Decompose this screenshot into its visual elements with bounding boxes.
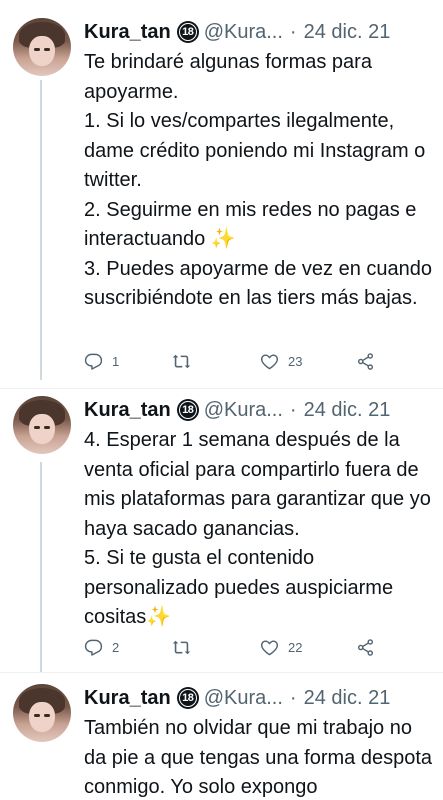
reply-icon xyxy=(84,639,103,656)
tweet-header: Kura_tan 18 @Kura... · 24 dic. 21 xyxy=(84,396,390,424)
user-handle[interactable]: @Kura... xyxy=(204,21,283,44)
avatar[interactable] xyxy=(13,396,71,454)
display-name[interactable]: Kura_tan xyxy=(84,21,171,44)
tweet-1[interactable]: Kura_tan 18 @Kura... · 24 dic. 21 Te bri… xyxy=(0,18,443,378)
tweet-divider xyxy=(0,388,443,389)
retweet-button[interactable] xyxy=(172,352,200,371)
user-handle[interactable]: @Kura... xyxy=(204,687,283,710)
reply-icon xyxy=(84,353,103,370)
separator: · xyxy=(289,398,297,421)
share-button[interactable] xyxy=(356,638,384,657)
reply-count: 2 xyxy=(112,640,120,655)
tweet-text: También no olvidar que mi trabajo no da … xyxy=(84,717,433,798)
reply-button[interactable]: 1 xyxy=(84,352,119,371)
display-name[interactable]: Kura_tan xyxy=(84,687,171,710)
like-count: 23 xyxy=(288,354,303,369)
share-icon xyxy=(357,353,374,370)
separator: · xyxy=(289,686,297,709)
badge-label: 18 xyxy=(178,401,197,419)
display-name[interactable]: Kura_tan xyxy=(84,399,171,422)
avatar[interactable] xyxy=(13,18,71,76)
adult-content-badge-icon: 18 xyxy=(176,399,199,421)
tweet-actions: 1 23 xyxy=(84,352,384,372)
like-icon xyxy=(260,640,279,656)
tweet-actions: 2 22 xyxy=(84,638,384,658)
like-count: 22 xyxy=(288,640,303,655)
adult-content-badge-icon: 18 xyxy=(176,21,199,43)
retweet-icon xyxy=(172,640,191,655)
tweet-date[interactable]: 24 dic. 21 xyxy=(304,21,391,44)
tweet-header: Kura_tan 18 @Kura... · 24 dic. 21 xyxy=(84,18,390,46)
like-icon xyxy=(260,354,279,370)
tweet-text: Te brindaré algunas formas para apoyarme… xyxy=(84,51,433,309)
reply-button[interactable]: 2 xyxy=(84,638,119,657)
tweet-header: Kura_tan 18 @Kura... · 24 dic. 21 xyxy=(84,684,390,712)
share-icon xyxy=(357,639,374,656)
share-button[interactable] xyxy=(356,352,384,371)
reply-count: 1 xyxy=(112,354,120,369)
like-button[interactable]: 22 xyxy=(260,638,302,657)
tweet-3[interactable]: Kura_tan 18 @Kura... · 24 dic. 21 Tambié… xyxy=(0,684,443,800)
tweet-date[interactable]: 24 dic. 21 xyxy=(304,687,391,710)
user-handle[interactable]: @Kura... xyxy=(204,399,283,422)
like-button[interactable]: 23 xyxy=(260,352,302,371)
badge-label: 18 xyxy=(178,689,197,707)
badge-label: 18 xyxy=(178,23,197,41)
tweet-date[interactable]: 24 dic. 21 xyxy=(304,399,391,422)
retweet-icon xyxy=(172,354,191,369)
tweet-text: 4. Esperar 1 semana después de la venta … xyxy=(84,429,431,628)
retweet-button[interactable] xyxy=(172,638,200,657)
separator: · xyxy=(289,20,297,43)
avatar[interactable] xyxy=(13,684,71,742)
adult-content-badge-icon: 18 xyxy=(176,687,199,709)
tweet-2[interactable]: Kura_tan 18 @Kura... · 24 dic. 21 4. Esp… xyxy=(0,396,443,666)
tweet-divider xyxy=(0,672,443,673)
